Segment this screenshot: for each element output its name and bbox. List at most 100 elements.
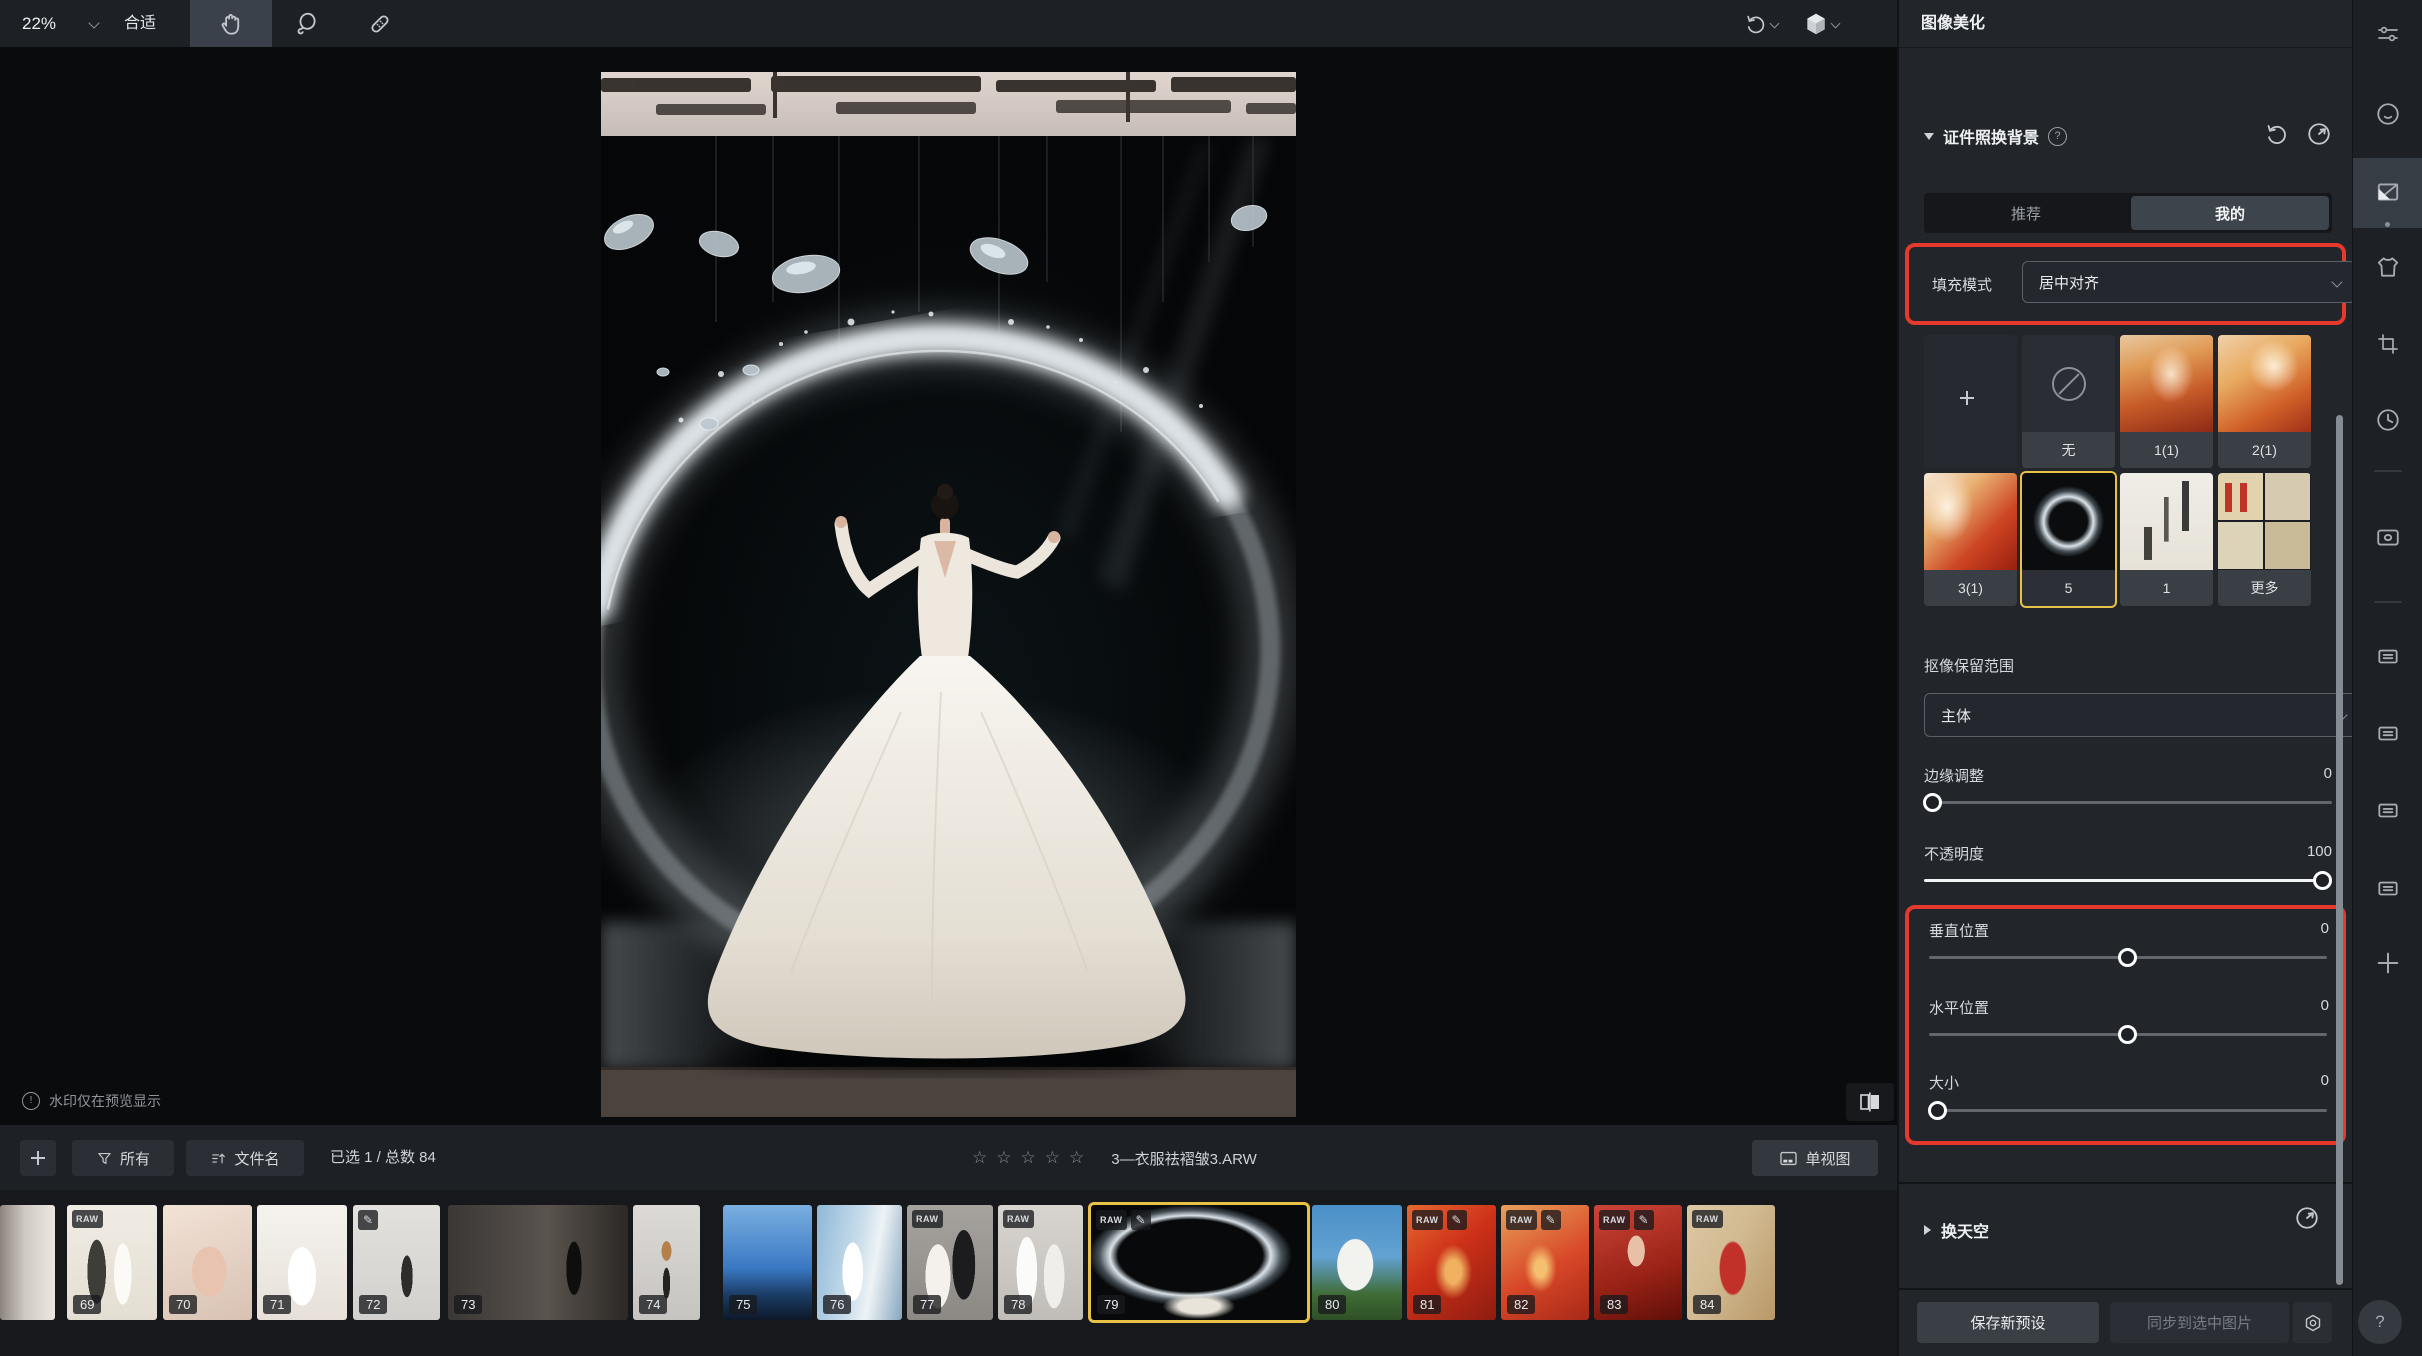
filmstrip-thumb-73[interactable]: 73 xyxy=(448,1205,628,1320)
filmstrip[interactable]: RAW697071✎7273747576RAW77RAW78RAW✎7980RA… xyxy=(0,1190,1897,1356)
library-toolbar: 所有 文件名 已选 1 / 总数 84 ☆☆☆☆☆ 3—衣服祛褶皱3.ARW 单… xyxy=(0,1125,1897,1190)
preset-card-icon xyxy=(2375,720,2401,746)
compare-icon xyxy=(1858,1091,1882,1113)
top-toolbar: 22% 合适 xyxy=(0,0,1897,48)
filmstrip-thumb-81[interactable]: RAW✎81 xyxy=(1407,1205,1496,1320)
thumb-number-badge: 69 xyxy=(73,1295,101,1314)
raw-badge: RAW xyxy=(1412,1210,1443,1230)
rail-preset-card-button[interactable] xyxy=(2353,782,2422,838)
filmstrip-thumb-69[interactable]: RAW69 xyxy=(67,1205,157,1320)
slider-track[interactable] xyxy=(1924,801,2332,804)
sync-to-selected-button[interactable]: 同步到选中图片 xyxy=(2110,1302,2289,1343)
star-icon[interactable]: ☆ xyxy=(972,1148,987,1167)
filmstrip-thumb-82[interactable]: RAW✎82 xyxy=(1501,1205,1589,1320)
cube-3d-icon xyxy=(1803,11,1829,37)
save-preset-button[interactable]: 保存新预设 xyxy=(1917,1302,2099,1343)
star-icon[interactable]: ☆ xyxy=(996,1148,1011,1167)
filmstrip-thumb-76[interactable]: 76 xyxy=(817,1205,902,1320)
preset-thumb[interactable]: 2(1) xyxy=(2218,335,2311,468)
slider-thumb[interactable] xyxy=(1928,1101,1947,1120)
rail-history-button[interactable] xyxy=(2353,392,2422,448)
preset-thumb[interactable]: 3(1) xyxy=(1924,473,2017,606)
image-canvas[interactable]: ! 水印仅在预览显示 xyxy=(0,47,1897,1125)
filmstrip-thumb-80[interactable]: 80 xyxy=(1312,1205,1402,1320)
single-view-button[interactable]: 单视图 xyxy=(1752,1140,1878,1176)
slider-thumb[interactable] xyxy=(2118,948,2137,967)
rail-portrait-button[interactable] xyxy=(2353,86,2422,142)
fit-button[interactable]: 合适 xyxy=(124,0,156,47)
preset-thumb-selected[interactable]: 5 xyxy=(2022,473,2115,606)
rail-add-button[interactable] xyxy=(2353,935,2422,991)
slider-thumb[interactable] xyxy=(2313,871,2332,890)
tab-mine[interactable]: 我的 xyxy=(2131,196,2329,230)
current-filename: 3—衣服祛褶皱3.ARW xyxy=(1111,1148,1257,1169)
preset-image xyxy=(1924,473,2017,570)
sync-settings-button[interactable] xyxy=(2293,1302,2332,1343)
slider-horizontal-position: 水平位置0 xyxy=(1929,997,2329,1018)
preset-add-button[interactable] xyxy=(1924,335,2017,468)
zoom-level[interactable]: 22% xyxy=(22,0,56,47)
filmstrip-thumb-71[interactable]: 71 xyxy=(257,1205,347,1320)
add-photos-button[interactable] xyxy=(20,1140,56,1176)
filmstrip-thumb-84[interactable]: RAW84 xyxy=(1687,1205,1775,1320)
rail-preset-card-button[interactable] xyxy=(2353,628,2422,684)
thumb-number-badge: 83 xyxy=(1600,1295,1628,1314)
slider-thumb[interactable] xyxy=(1923,793,1942,812)
rail-id-photo-button[interactable] xyxy=(2353,509,2422,565)
slider-track[interactable] xyxy=(1929,1109,2327,1112)
matting-select[interactable]: 主体 xyxy=(1924,693,2361,737)
preset-thumb[interactable]: 1 xyxy=(2120,473,2213,606)
section-reset-icon[interactable] xyxy=(2306,121,2332,147)
filmstrip-thumb-72[interactable]: ✎72 xyxy=(353,1205,440,1320)
section-header-sky-replace[interactable]: 换天空 xyxy=(1924,1218,1989,1242)
filmstrip-thumb-75[interactable]: 75 xyxy=(723,1205,812,1320)
star-icon[interactable]: ☆ xyxy=(1045,1148,1060,1167)
raw-badge: RAW xyxy=(1506,1210,1537,1230)
plus-icon xyxy=(31,1151,45,1165)
filmstrip-thumb-77[interactable]: RAW77 xyxy=(907,1205,993,1320)
edited-badge-icon: ✎ xyxy=(1131,1210,1151,1230)
patch-icon xyxy=(367,11,393,37)
rail-preset-card-button[interactable] xyxy=(2353,860,2422,916)
patch-tool-button[interactable] xyxy=(345,0,415,47)
fill-mode-select[interactable]: 居中对齐 xyxy=(2022,261,2356,303)
portrait-face-icon xyxy=(2375,101,2401,127)
panel-scrollbar[interactable] xyxy=(2336,415,2343,1285)
fill-mode-label: 填充模式 xyxy=(1932,274,1992,295)
preset-more[interactable]: 更多 xyxy=(2218,473,2311,606)
thumb-number-badge: 79 xyxy=(1097,1295,1125,1314)
section-header-bg-replace[interactable]: 证件照换背景 ? xyxy=(1924,124,2067,148)
zoom-chevron-down-icon[interactable] xyxy=(88,17,99,28)
star-icon[interactable]: ☆ xyxy=(1069,1148,1084,1167)
expand-triangle-icon xyxy=(1924,1225,1931,1235)
rail-preset-card-button[interactable] xyxy=(2353,705,2422,761)
tab-recommended[interactable]: 推荐 xyxy=(1927,196,2125,230)
filmstrip-thumb-83[interactable]: RAW✎83 xyxy=(1594,1205,1682,1320)
star-icon[interactable]: ☆ xyxy=(1021,1148,1036,1167)
filmstrip-thumb-78[interactable]: RAW78 xyxy=(998,1205,1083,1320)
star-rating[interactable]: ☆ ☆ ☆ ☆ ☆ xyxy=(972,1149,1093,1168)
liquify-tool-button[interactable] xyxy=(272,0,342,47)
rail-image-enhance-button[interactable] xyxy=(2353,164,2422,220)
section-undo-icon[interactable] xyxy=(2264,121,2290,147)
undo-button[interactable] xyxy=(1735,0,1787,47)
filmstrip-thumb-74[interactable]: 74 xyxy=(633,1205,700,1320)
rail-adjustments-button[interactable] xyxy=(2353,6,2422,62)
preview-3d-button[interactable] xyxy=(1793,0,1849,47)
slider-fill xyxy=(1924,879,2324,882)
sort-button[interactable]: 文件名 xyxy=(186,1140,304,1176)
compare-view-button[interactable] xyxy=(1846,1083,1894,1121)
slider-thumb[interactable] xyxy=(2118,1025,2137,1044)
rail-clothing-button[interactable] xyxy=(2353,239,2422,295)
filmstrip-thumb-70[interactable]: 70 xyxy=(163,1205,252,1320)
hand-tool-button[interactable] xyxy=(190,0,272,47)
help-button[interactable]: ? xyxy=(2358,1300,2402,1344)
preset-thumb[interactable]: 1(1) xyxy=(2120,335,2213,468)
filmstrip-thumb-partial[interactable] xyxy=(0,1205,55,1320)
rail-crop-button[interactable] xyxy=(2353,316,2422,372)
sky-reset-icon[interactable] xyxy=(2294,1205,2320,1231)
filmstrip-thumb-79[interactable]: RAW✎79 xyxy=(1091,1205,1307,1320)
preset-none[interactable]: 无 xyxy=(2022,335,2115,468)
section-help-icon[interactable]: ? xyxy=(2048,127,2067,146)
filter-button[interactable]: 所有 xyxy=(72,1140,174,1176)
